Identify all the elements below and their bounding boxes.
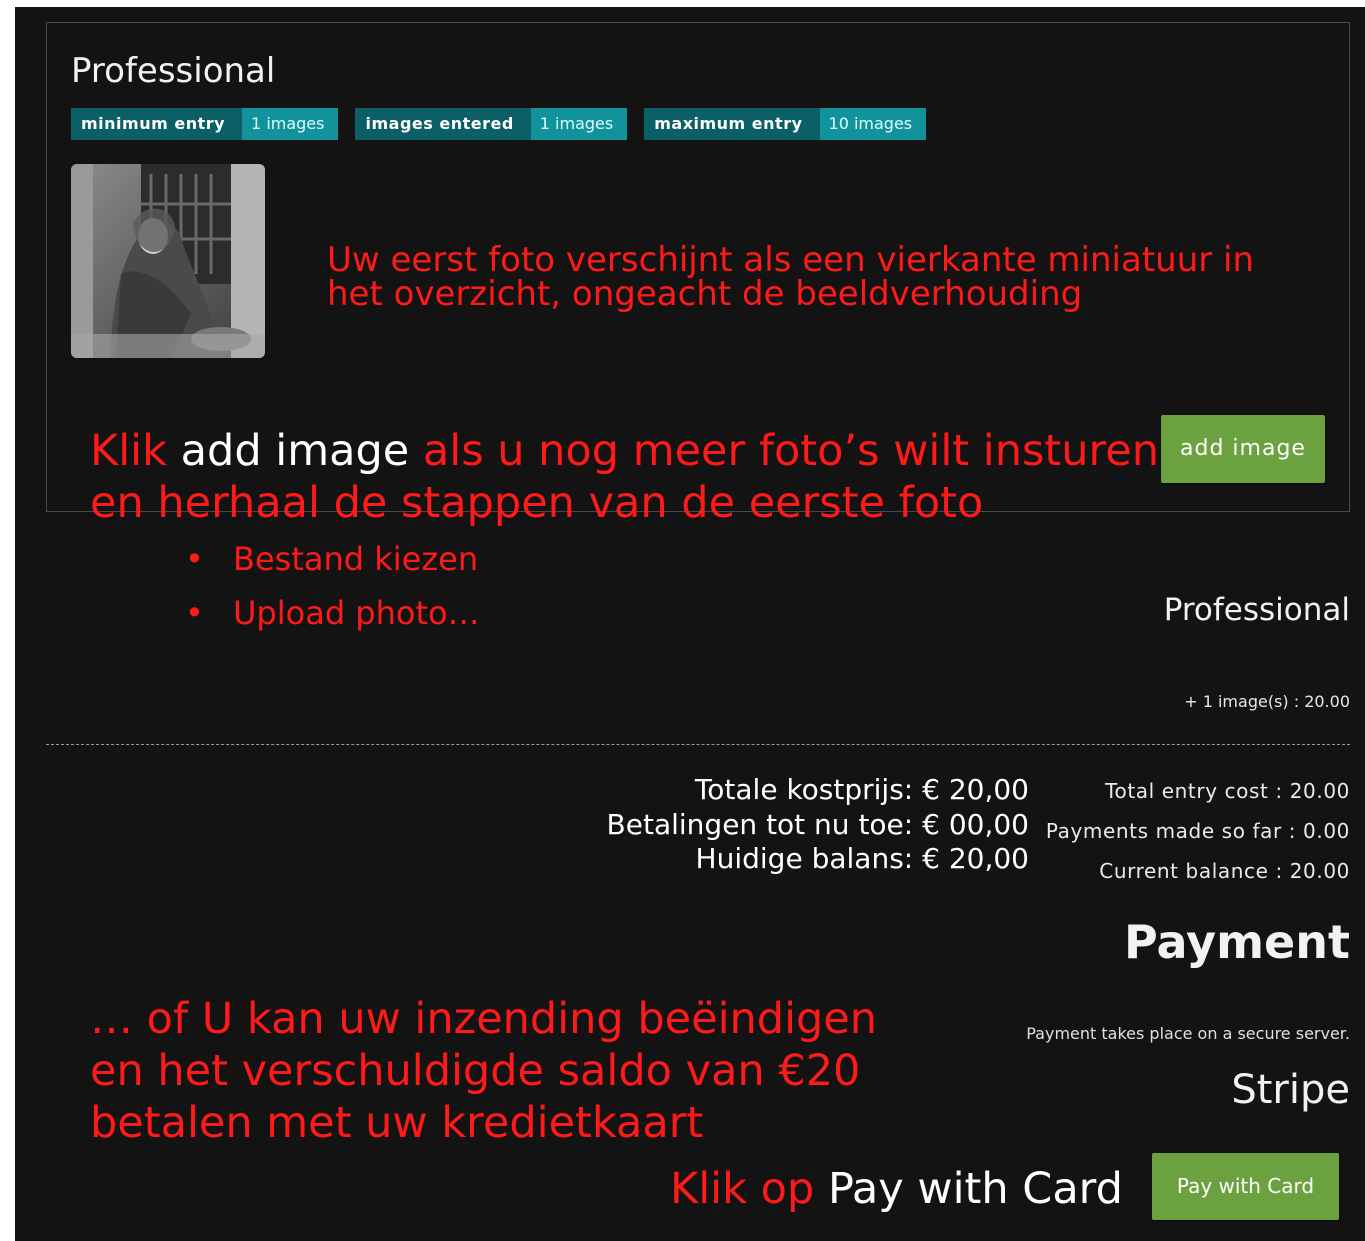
badge-key: minimum entry: [71, 108, 243, 140]
photo-thumbnail-image: [71, 164, 265, 358]
totals: Total entry cost : 20.00 Payments made s…: [1046, 771, 1350, 891]
entry-thumbnail[interactable]: [71, 164, 265, 358]
entry-badges: minimum entry 1 images images entered 1 …: [71, 108, 927, 140]
finish-annotation: … of U kan uw inzending beëindigen en he…: [90, 993, 877, 1149]
payment-heading: Payment: [1124, 915, 1350, 969]
annotation-line: Uw eerst foto verschijnt als een vierkan…: [327, 240, 1255, 280]
badge-value: 1 images: [530, 108, 628, 140]
annotation-line: betalen met uw kredietkaart: [90, 1098, 704, 1148]
list-item-text: Upload photo…: [233, 594, 480, 632]
bullet-icon: •: [185, 594, 204, 632]
payments-made: Payments made so far : 0.00: [1045, 819, 1350, 843]
annotation-line: Totale kostprijs: € 20,00: [694, 773, 1029, 806]
badge-value: 10 images: [819, 108, 927, 140]
pay-with-card-button[interactable]: Pay with Card: [1152, 1153, 1339, 1220]
add-image-button[interactable]: add image: [1161, 415, 1325, 483]
list-item: • Upload photo…: [185, 589, 480, 643]
annotation-line: Klik add image als u nog meer foto’s wil…: [90, 425, 1159, 477]
annotation-line: … of U kan uw inzending beëindigen: [90, 994, 878, 1044]
add-image-annotation: Klik add image als u nog meer foto’s wil…: [90, 425, 1159, 529]
annotation-line: het overzicht, ongeacht de beeldverhoudi…: [327, 274, 1083, 314]
current-balance: Current balance : 20.00: [1099, 859, 1350, 883]
steps-list: • Bestand kiezen • Upload photo…: [185, 535, 480, 643]
annotation-text: Klik: [90, 426, 167, 476]
annotation-text: als u nog meer foto’s wilt insturen: [422, 426, 1159, 476]
badge-maximum-entry: maximum entry 10 images: [644, 108, 927, 140]
list-item-text: Bestand kiezen: [233, 540, 479, 578]
list-item: • Bestand kiezen: [185, 535, 480, 589]
summary-line-item: + 1 image(s) : 20.00: [1184, 692, 1350, 711]
totals-annotation: Totale kostprijs: € 20,00 Betalingen tot…: [607, 773, 1029, 877]
badge-key: images entered: [355, 108, 531, 140]
stripe-heading: Stripe: [1231, 1067, 1350, 1113]
page: Professional minimum entry 1 images imag…: [15, 7, 1365, 1241]
annotation-text: Klik op: [670, 1164, 815, 1214]
badge-minimum-entry: minimum entry 1 images: [71, 108, 339, 140]
badge-images-entered: images entered 1 images: [355, 108, 628, 140]
total-entry-cost: Total entry cost : 20.00: [1105, 779, 1350, 803]
annotation-line: en het verschuldigde saldo van €20: [90, 1046, 861, 1096]
annotation-line: en herhaal de stappen van de eerste foto: [90, 478, 984, 528]
annotation-line: Huidige balans: € 20,00: [695, 842, 1029, 875]
category-title: Professional: [71, 51, 276, 91]
badge-key: maximum entry: [644, 108, 820, 140]
annotation-button-ref: add image: [180, 426, 410, 476]
pay-annotation: Klik op Pay with Card: [670, 1163, 1123, 1215]
divider: [46, 744, 1350, 745]
thumbnail-annotation: Uw eerst foto verschijnt als een vierkan…: [327, 243, 1254, 311]
summary-category-title: Professional: [1163, 592, 1350, 628]
annotation-line: Betalingen tot nu toe: € 00,00: [606, 807, 1029, 841]
bullet-icon: •: [185, 540, 204, 578]
secure-server-text: Payment takes place on a secure server.: [1026, 1024, 1350, 1043]
badge-value: 1 images: [242, 108, 339, 140]
annotation-button-ref: Pay with Card: [827, 1164, 1123, 1214]
